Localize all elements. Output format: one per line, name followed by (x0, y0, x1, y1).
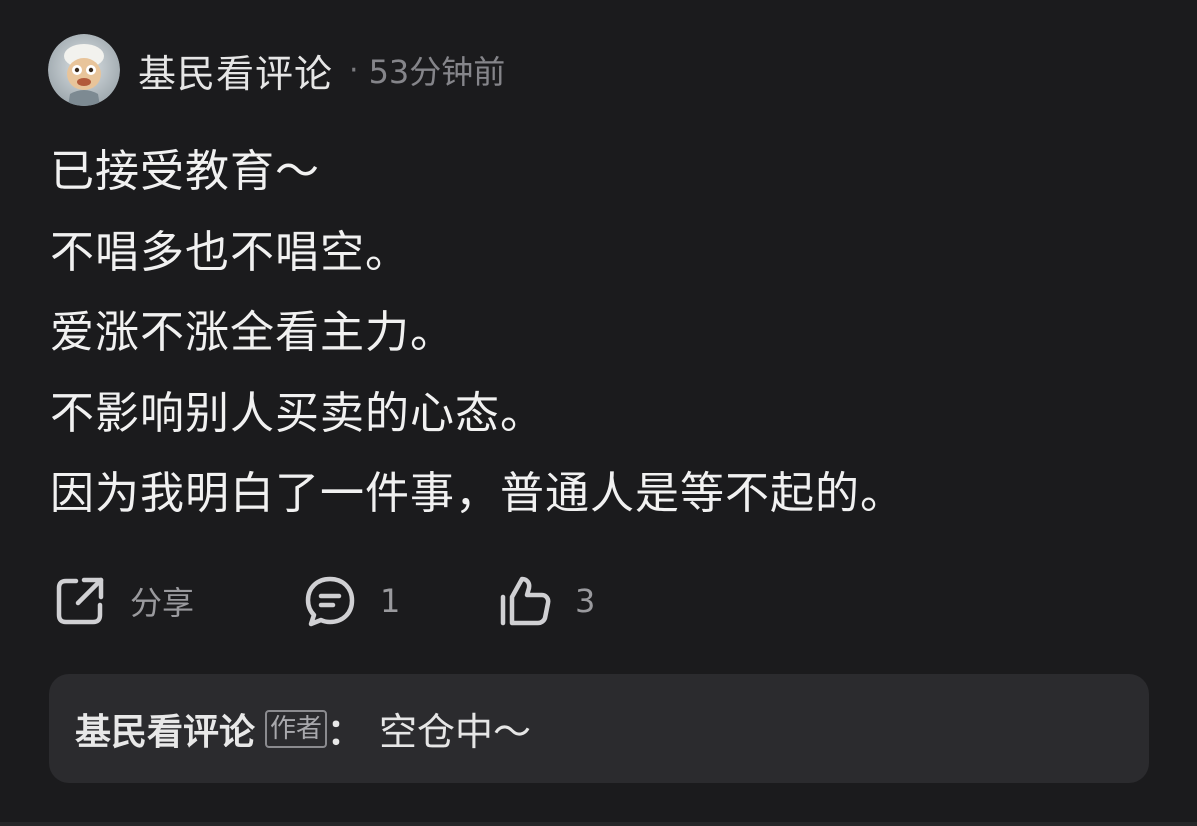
thumbs-up-icon (500, 576, 551, 626)
post-timestamp: 53分钟前 (368, 53, 506, 91)
cartoon-avatar-icon (48, 34, 120, 106)
post-content: 已接受教育～ 不唱多也不唱空。 爱涨不涨全看主力。 不影响别人买卖的心态。 因为… (50, 132, 1157, 535)
like-count: 3 (575, 582, 596, 620)
content-line: 不影响别人买卖的心态。 (50, 387, 545, 439)
like-button[interactable]: 3 (497, 573, 595, 629)
content-line: 不唱多也不唱空。 (50, 226, 410, 278)
share-icon (56, 577, 104, 625)
comment-card: 基民看评论 · 53分钟前 已接受教育～ 不唱多也不唱空。 爱涨不涨全看主力。 … (0, 0, 1197, 826)
author-badge: 作者 (265, 709, 328, 748)
reply-text: 空仓中～ (379, 710, 532, 754)
post-header: 基民看评论 · 53分钟前 (48, 32, 505, 108)
comment-button[interactable]: 1 (302, 573, 497, 629)
divider (0, 822, 1197, 826)
content-line: 已接受教育～ (50, 146, 320, 197)
share-button[interactable]: 分享 (52, 573, 302, 629)
comment-icon (305, 576, 355, 627)
reply-colon: ： (327, 711, 364, 753)
comment-count: 1 (380, 582, 401, 620)
action-bar: 分享 1 3 (52, 568, 595, 634)
avatar[interactable] (48, 34, 120, 106)
separator-dot: · (349, 52, 359, 88)
content-line: 因为我明白了一件事，普通人是等不起的。 (50, 468, 905, 519)
author-reply[interactable]: 基民看评论 作者 ： 空仓中～ (49, 674, 1149, 783)
share-label: 分享 (130, 584, 195, 622)
reply-author[interactable]: 基民看评论 (75, 703, 255, 755)
post-author[interactable]: 基民看评论 (138, 43, 333, 98)
content-line: 爱涨不涨全看主力。 (50, 307, 455, 358)
